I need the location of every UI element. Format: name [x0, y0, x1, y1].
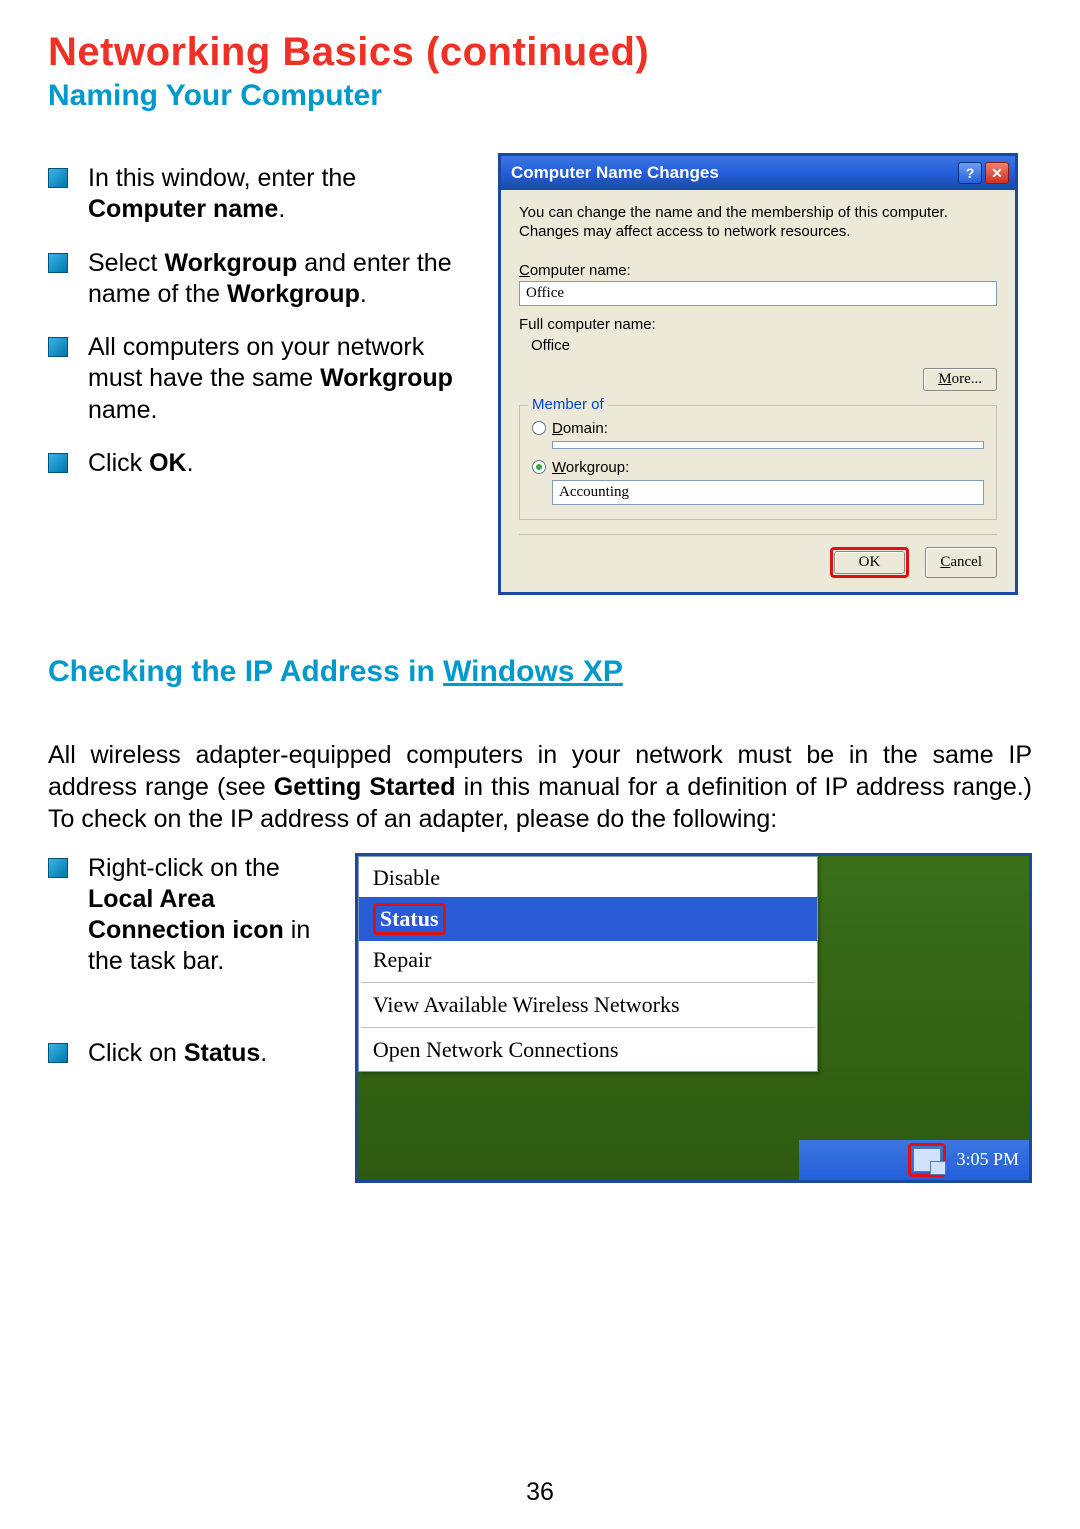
bold: OK: [149, 449, 187, 477]
close-icon[interactable]: ✕: [985, 162, 1009, 184]
text: .: [360, 280, 367, 308]
text: .: [187, 449, 194, 477]
member-of-group: Member of Domain: Workgroup: Accounting: [519, 405, 997, 520]
workgroup-radio[interactable]: [532, 460, 546, 474]
list-item: In this window, enter the Computer name.: [48, 163, 468, 226]
computer-name-dialog: Computer Name Changes ? ✕ You can change…: [498, 153, 1018, 595]
menu-item-status[interactable]: Status: [359, 897, 817, 941]
page-number: 36: [0, 1478, 1080, 1507]
text: Click: [88, 449, 149, 477]
more-button[interactable]: More...: [923, 368, 997, 391]
text: Click on: [88, 1039, 184, 1067]
instruction-list: In this window, enter the Computer name.…: [48, 163, 468, 479]
full-name-label: Full computer name:: [519, 316, 997, 333]
menu-separator: [361, 982, 815, 983]
workgroup-input[interactable]: Accounting: [552, 480, 984, 505]
full-name-value: Office: [519, 335, 997, 354]
status-highlight: Status: [373, 903, 446, 935]
list-item: Click on Status.: [48, 1038, 327, 1069]
computer-name-input[interactable]: Office: [519, 281, 997, 306]
clock: 3:05 PM: [956, 1149, 1019, 1170]
help-icon[interactable]: ?: [958, 162, 982, 184]
page-subtitle: Naming Your Computer: [48, 79, 1032, 113]
text: Right-click on the: [88, 854, 280, 882]
menu-item-disable[interactable]: Disable: [359, 859, 817, 897]
taskbar: 3:05 PM: [799, 1140, 1029, 1180]
network-icon[interactable]: [913, 1148, 941, 1172]
text: In this window, enter the: [88, 164, 356, 192]
page-title: Networking Basics (continued): [48, 30, 1032, 75]
menu-item-open-connections[interactable]: Open Network Connections: [359, 1031, 817, 1069]
list-item: Right-click on the Local Area Connection…: [48, 853, 327, 978]
instruction-list-2: Right-click on the Local Area Connection…: [48, 853, 327, 1069]
dialog-description: You can change the name and the membersh…: [519, 204, 997, 242]
menu-separator: [361, 1027, 815, 1028]
section2-heading: Checking the IP Address in Windows XP: [48, 655, 1032, 689]
group-legend: Member of: [528, 396, 608, 413]
menu-item-repair[interactable]: Repair: [359, 941, 817, 979]
context-menu: Disable Status Repair View Available Wir…: [358, 856, 818, 1072]
bold: Status: [184, 1039, 260, 1067]
domain-input[interactable]: [552, 441, 984, 449]
taskbar-screenshot: Disable Status Repair View Available Wir…: [355, 853, 1032, 1183]
ok-button[interactable]: OK: [834, 551, 906, 574]
dialog-titlebar[interactable]: Computer Name Changes ? ✕: [501, 156, 1015, 190]
computer-name-label: Computer name:: [519, 262, 997, 279]
section2-paragraph: All wireless adapter-equipped computers …: [48, 739, 1032, 835]
domain-radio[interactable]: [532, 421, 546, 435]
bold: Workgroup: [164, 249, 297, 277]
list-item: Click OK.: [48, 448, 468, 479]
cancel-button[interactable]: Cancel: [925, 547, 997, 578]
bold: Local Area Connection icon: [88, 885, 284, 944]
dialog-title: Computer Name Changes: [511, 163, 955, 183]
workgroup-label: Workgroup:: [552, 459, 629, 476]
list-item: All computers on your network must have …: [48, 332, 468, 426]
text: .: [260, 1039, 267, 1067]
list-item: Select Workgroup and enter the name of t…: [48, 248, 468, 311]
domain-label: Domain:: [552, 420, 608, 437]
text: .: [278, 195, 285, 223]
bold: Workgroup: [227, 280, 360, 308]
tray-icon-highlight: [908, 1143, 946, 1177]
bold: Workgroup: [320, 364, 453, 392]
text: name.: [88, 396, 157, 424]
text: Select: [88, 249, 164, 277]
bold: Computer name: [88, 195, 278, 223]
ok-highlight: OK: [830, 547, 910, 578]
menu-item-view-networks[interactable]: View Available Wireless Networks: [359, 986, 817, 1024]
